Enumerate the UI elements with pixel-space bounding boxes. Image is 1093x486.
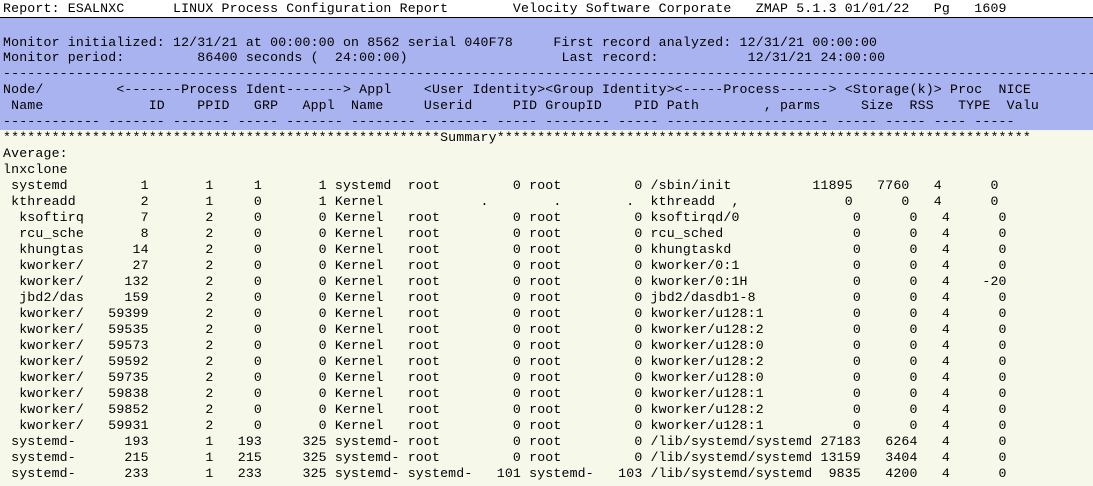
monitor-period-line: Monitor period: 86400 seconds ( 24:00:00… [3, 50, 886, 65]
table-row: kthreadd 2 1 0 1 Kernel . . . kthreadd ,… [3, 194, 999, 209]
table-row: kworker/ 27 2 0 0 Kernel root 0 root 0 k… [3, 258, 1007, 273]
table-row: rcu_sche 8 2 0 0 Kernel root 0 root 0 rc… [3, 226, 1007, 241]
report-title-line: Report: ESALNXC LINUX Process Configurat… [3, 1, 1007, 16]
table-row: kworker/ 59931 2 0 0 Kernel root 0 root … [3, 418, 1007, 433]
table-row: ksoftirq 7 2 0 0 Kernel root 0 root 0 ks… [3, 210, 1007, 225]
report-screen: Report: ESALNXC LINUX Process Configurat… [0, 0, 1093, 486]
summary-banner: ****************************************… [3, 130, 1031, 145]
column-header-1: Node/ <-------Process Ident-------> Appl… [3, 82, 1031, 97]
table-row: khungtas 14 2 0 0 Kernel root 0 root 0 k… [3, 242, 1007, 257]
average-label: Average: [3, 146, 68, 161]
table-row: systemd- 233 1 233 325 systemd- systemd-… [3, 466, 1007, 481]
table-row: systemd- 193 1 193 325 systemd- root 0 r… [3, 434, 1007, 449]
node-label: lnxclone [3, 162, 68, 177]
table-row: kworker/ 59535 2 0 0 Kernel root 0 root … [3, 322, 1007, 337]
table-row: jbd2/das 159 2 0 0 Kernel root 0 root 0 … [3, 290, 1007, 305]
table-row: kworker/ 59592 2 0 0 Kernel root 0 root … [3, 354, 1007, 369]
table-row: kworker/ 59573 2 0 0 Kernel root 0 root … [3, 338, 1007, 353]
table-row: kworker/ 59838 2 0 0 Kernel root 0 root … [3, 386, 1007, 401]
table-row: kworker/ 59852 2 0 0 Kernel root 0 root … [3, 402, 1007, 417]
table-row: systemd- 215 1 215 325 systemd- root 0 r… [3, 450, 1007, 465]
column-rule-bottom: ------------ ------- ------- ----- -----… [3, 114, 1015, 129]
column-header-2: Name ID PPID GRP Appl Name Userid PID Gr… [3, 98, 1040, 113]
table-row: kworker/ 132 2 0 0 Kernel root 0 root 0 … [3, 274, 1007, 289]
table-row: kworker/ 59735 2 0 0 Kernel root 0 root … [3, 370, 1007, 385]
monitor-initialized-line: Monitor initialized: 12/31/21 at 00:00:0… [3, 35, 878, 50]
table-row: kworker/ 59399 2 0 0 Kernel root 0 root … [3, 306, 1007, 321]
column-rule-top: ----------------------------------------… [3, 66, 1093, 81]
table-row: systemd 1 1 1 1 systemd root 0 root 0 /s… [3, 178, 999, 193]
